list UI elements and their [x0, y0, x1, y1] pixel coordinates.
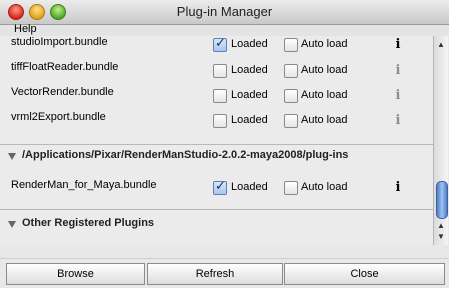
section-divider	[0, 144, 433, 145]
plugin-name: RenderMan_for_Maya.bundle	[11, 179, 157, 191]
autoload-label: Auto load	[301, 114, 348, 126]
disclosure-triangle-icon[interactable]	[8, 221, 16, 228]
autoload-label: Auto load	[301, 38, 348, 50]
section-divider	[0, 209, 433, 210]
loaded-checkbox[interactable]	[213, 114, 227, 128]
section-title: Other Registered Plugins	[22, 217, 155, 229]
autoload-label: Auto load	[301, 89, 348, 101]
loaded-label: Loaded	[231, 89, 268, 101]
menu-bar: Help	[0, 23, 449, 36]
plugin-list: studioImport.bundle ✓ Loaded Auto load i…	[0, 36, 433, 245]
plugin-row: tiffFloatReader.bundle Loaded Auto load …	[0, 61, 433, 83]
browse-button[interactable]: Browse	[6, 263, 145, 285]
info-icon[interactable]: i	[394, 180, 402, 195]
scroll-up-arrow-icon[interactable]: ▲	[437, 221, 445, 230]
plugin-name: vrml2Export.bundle	[11, 111, 106, 123]
loaded-checkbox[interactable]: ✓	[213, 36, 227, 52]
plugin-row: VectorRender.bundle Loaded Auto load i	[0, 86, 433, 108]
info-icon[interactable]: i	[394, 113, 402, 128]
plugin-row: RenderMan_for_Maya.bundle ✓ Loaded Auto …	[0, 178, 433, 201]
vertical-scrollbar[interactable]: ▲ ▲ ▼	[433, 36, 448, 245]
autoload-checkbox[interactable]	[284, 114, 298, 128]
loaded-checkbox[interactable]	[213, 89, 227, 103]
autoload-checkbox[interactable]	[284, 89, 298, 103]
info-icon[interactable]: i	[394, 37, 402, 52]
autoload-label: Auto load	[301, 181, 348, 193]
close-button[interactable]: Close	[284, 263, 445, 285]
plugin-row: studioImport.bundle ✓ Loaded Auto load i	[0, 36, 433, 58]
plugin-name: VectorRender.bundle	[11, 86, 114, 98]
scroll-down-arrow-icon[interactable]: ▼	[437, 232, 445, 241]
plugin-name: studioImport.bundle	[11, 36, 108, 48]
info-icon[interactable]: i	[394, 88, 402, 103]
loaded-label: Loaded	[231, 64, 268, 76]
autoload-checkbox[interactable]	[284, 181, 298, 195]
plugin-row: vrml2Export.bundle Loaded Auto load i	[0, 111, 433, 133]
menu-help[interactable]: Help	[14, 23, 37, 35]
bottom-divider	[0, 258, 449, 259]
loaded-checkbox[interactable]	[213, 64, 227, 78]
loaded-label: Loaded	[231, 114, 268, 126]
autoload-checkbox[interactable]	[284, 38, 298, 52]
section-title: /Applications/Pixar/RenderManStudio-2.0.…	[22, 149, 349, 161]
loaded-checkbox[interactable]: ✓	[213, 178, 227, 195]
scroll-up-icon[interactable]: ▲	[437, 40, 445, 49]
loaded-label: Loaded	[231, 38, 268, 50]
disclosure-triangle-icon[interactable]	[8, 153, 16, 160]
section-header-other[interactable]: Other Registered Plugins	[0, 216, 433, 234]
autoload-label: Auto load	[301, 64, 348, 76]
plugin-name: tiffFloatReader.bundle	[11, 61, 119, 73]
loaded-label: Loaded	[231, 181, 268, 193]
info-icon[interactable]: i	[394, 63, 402, 78]
refresh-button[interactable]: Refresh	[147, 263, 283, 285]
scroll-thumb[interactable]	[436, 181, 448, 219]
window-title: Plug-in Manager	[176, 4, 273, 19]
title-bar[interactable]: Plug-in Manager	[0, 0, 449, 25]
autoload-checkbox[interactable]	[284, 64, 298, 78]
section-header-renderman[interactable]: /Applications/Pixar/RenderManStudio-2.0.…	[0, 148, 433, 166]
